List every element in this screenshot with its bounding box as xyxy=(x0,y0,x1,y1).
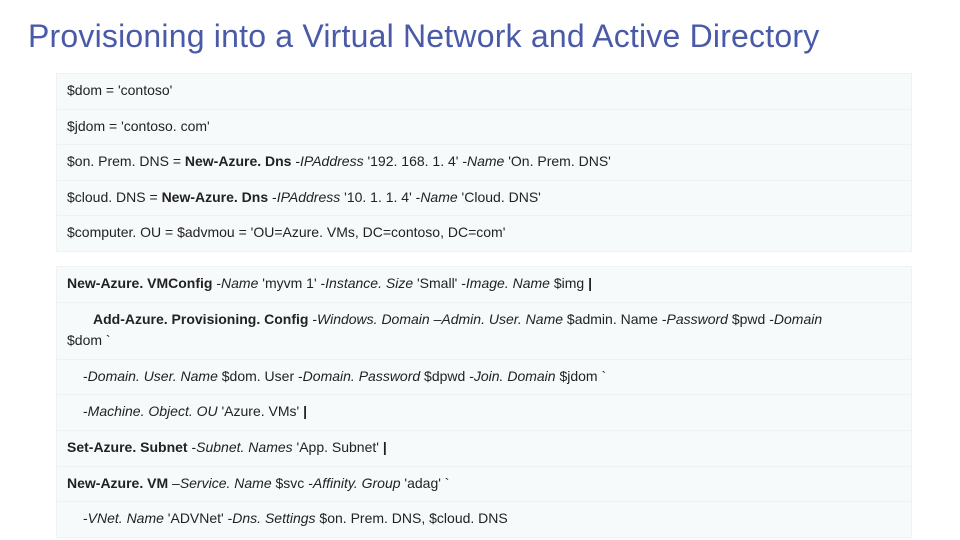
slide: Provisioning into a Virtual Network and … xyxy=(0,0,960,540)
code-line: $jdom = 'contoso. com' xyxy=(57,110,911,146)
code-line: New-Azure. VMConfig -Name 'myvm 1' -Inst… xyxy=(57,267,911,303)
code-block-variables: $dom = 'contoso' $jdom = 'contoso. com' … xyxy=(56,73,912,252)
page-title: Provisioning into a Virtual Network and … xyxy=(28,18,932,55)
code-line: $dom = 'contoso' xyxy=(57,74,911,110)
code-line: $cloud. DNS = New-Azure. Dns -IPAddress … xyxy=(57,181,911,217)
code-line: $computer. OU = $advmou = 'OU=Azure. VMs… xyxy=(57,216,911,251)
code-line: New-Azure. VM –Service. Name $svc -Affin… xyxy=(57,467,911,503)
code-line: -VNet. Name 'ADVNet' -Dns. Settings $on.… xyxy=(57,502,911,537)
code-line: Set-Azure. Subnet -Subnet. Names 'App. S… xyxy=(57,431,911,467)
code-line: -Machine. Object. OU 'Azure. VMs' | xyxy=(57,395,911,431)
code-block-script: New-Azure. VMConfig -Name 'myvm 1' -Inst… xyxy=(56,266,912,538)
code-line: Add-Azure. Provisioning. Config -Windows… xyxy=(57,303,911,360)
code-line: -Domain. User. Name $dom. User -Domain. … xyxy=(57,360,911,396)
code-line: $on. Prem. DNS = New-Azure. Dns -IPAddre… xyxy=(57,145,911,181)
